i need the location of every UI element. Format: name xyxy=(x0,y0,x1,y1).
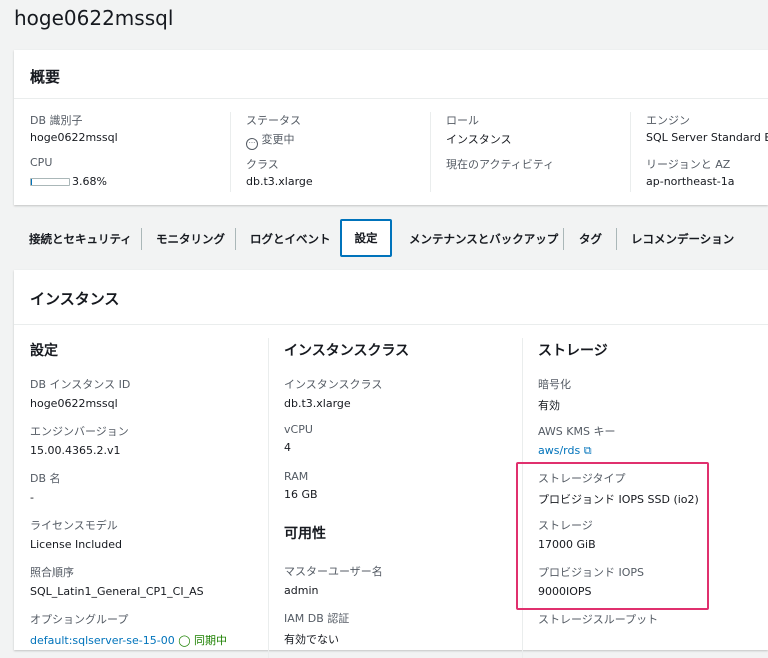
field-label: AWS KMS キー xyxy=(538,425,616,438)
field-value: hoge0622mssql xyxy=(30,397,118,410)
field-value: 有効でない xyxy=(284,633,339,646)
activity-label: 現在のアクティビティ xyxy=(446,158,555,171)
field-label: ストレージ xyxy=(538,519,593,532)
cpu-value: 3.68% xyxy=(72,175,107,188)
field-label: 暗号化 xyxy=(538,378,571,391)
tab-configuration[interactable]: 設定 xyxy=(340,219,392,257)
field-label: 照合順序 xyxy=(30,566,74,579)
class-label: クラス xyxy=(246,158,279,171)
field-value: 4 xyxy=(284,441,291,454)
field-label: DB 名 xyxy=(30,472,61,485)
field-value: 16 GB xyxy=(284,488,318,501)
field-label: マスターユーザー名 xyxy=(284,565,383,578)
role-value: インスタンス xyxy=(446,133,512,146)
db-id-value: hoge0622mssql xyxy=(30,131,118,144)
field-value: db.t3.xlarge xyxy=(284,397,351,410)
availability-title: 可用性 xyxy=(284,526,326,542)
status-label: ステータス xyxy=(246,114,301,127)
storage-list: 暗号化有効 AWS KMS キー aws/rds ⧉ ストレージタイププロビジョン… xyxy=(538,376,699,658)
class-value: db.t3.xlarge xyxy=(246,175,313,188)
engine-label: エンジン xyxy=(646,114,690,127)
cpu-label: CPU xyxy=(30,156,53,169)
engine-value: SQL Server Standard Edit xyxy=(646,131,768,144)
field-label: ストレージスループット xyxy=(538,613,659,626)
instance-header: インスタンス xyxy=(30,290,120,308)
field-value: 15.00.4365.2.v1 xyxy=(30,444,121,457)
db-id-label: DB 識別子 xyxy=(30,114,83,127)
field-value: admin xyxy=(284,584,319,597)
field-value: - xyxy=(30,491,34,504)
field-label: オプショングループ xyxy=(30,613,129,626)
field-value: 17000 GiB xyxy=(538,538,596,551)
role-label: ロール xyxy=(446,114,479,127)
class-list: インスタンスクラス db.t3.xlarge vCPU 4 RAM 16 GB 可用性… xyxy=(284,376,383,657)
divider xyxy=(14,324,768,325)
region-value: ap-northeast-1a xyxy=(646,175,735,188)
field-label: IAM DB 認証 xyxy=(284,612,350,625)
tab-connectivity[interactable]: 接続とセキュリティ xyxy=(29,220,132,258)
field-label: ライセンスモデル xyxy=(30,519,118,532)
cpu-bar xyxy=(30,178,70,186)
kms-key-link[interactable]: aws/rds xyxy=(538,444,580,457)
divider xyxy=(14,98,768,99)
field-label: RAM xyxy=(284,470,309,483)
field-label: エンジンバージョン xyxy=(30,425,129,438)
tab-maintenance-backup[interactable]: メンテナンスとバックアップ xyxy=(409,220,558,258)
page-title: hoge0622mssql xyxy=(14,6,174,30)
storage-title: ストレージ xyxy=(538,343,608,359)
region-label: リージョンと AZ xyxy=(646,158,731,171)
field-value: SQL_Latin1_General_CP1_CI_AS xyxy=(30,585,204,598)
tab-logs-events[interactable]: ログとイベント xyxy=(250,220,331,258)
field-value: プロビジョンド IOPS SSD (io2) xyxy=(538,493,699,506)
config-title: 設定 xyxy=(30,343,58,359)
external-link-icon: ⧉ xyxy=(583,444,592,457)
tab-tags[interactable]: タグ xyxy=(579,220,602,258)
field-label: DB インスタンス ID xyxy=(30,378,131,391)
class-title: インスタンスクラス xyxy=(284,343,410,359)
tab-recommendations[interactable]: レコメンデーション xyxy=(631,220,734,258)
in-progress-icon: ··· xyxy=(246,138,258,150)
status-text: 変更中 xyxy=(261,133,295,146)
field-value: 9000IOPS xyxy=(538,585,592,598)
status-value: ··· 変更中 xyxy=(246,131,295,150)
field-label: ストレージタイプ xyxy=(538,472,626,485)
instance-panel: インスタンス 設定 DB インスタンス ID hoge0622mssql エンジン… xyxy=(14,270,768,658)
overview-panel: 概要 DB 識別子 hoge0622mssql CPU 3.68% ステータス … xyxy=(14,50,768,205)
field-label: プロビジョンド IOPS xyxy=(538,566,645,579)
config-list: DB インスタンス ID hoge0622mssql エンジンバージョン 15.00… xyxy=(30,376,227,658)
field-label: vCPU xyxy=(284,423,313,436)
field-value: License Included xyxy=(30,538,122,551)
tab-monitoring[interactable]: モニタリング xyxy=(156,220,225,258)
field-value: 有効 xyxy=(538,399,560,412)
field-label: インスタンスクラス xyxy=(284,378,383,391)
overview-header: 概要 xyxy=(30,68,61,86)
